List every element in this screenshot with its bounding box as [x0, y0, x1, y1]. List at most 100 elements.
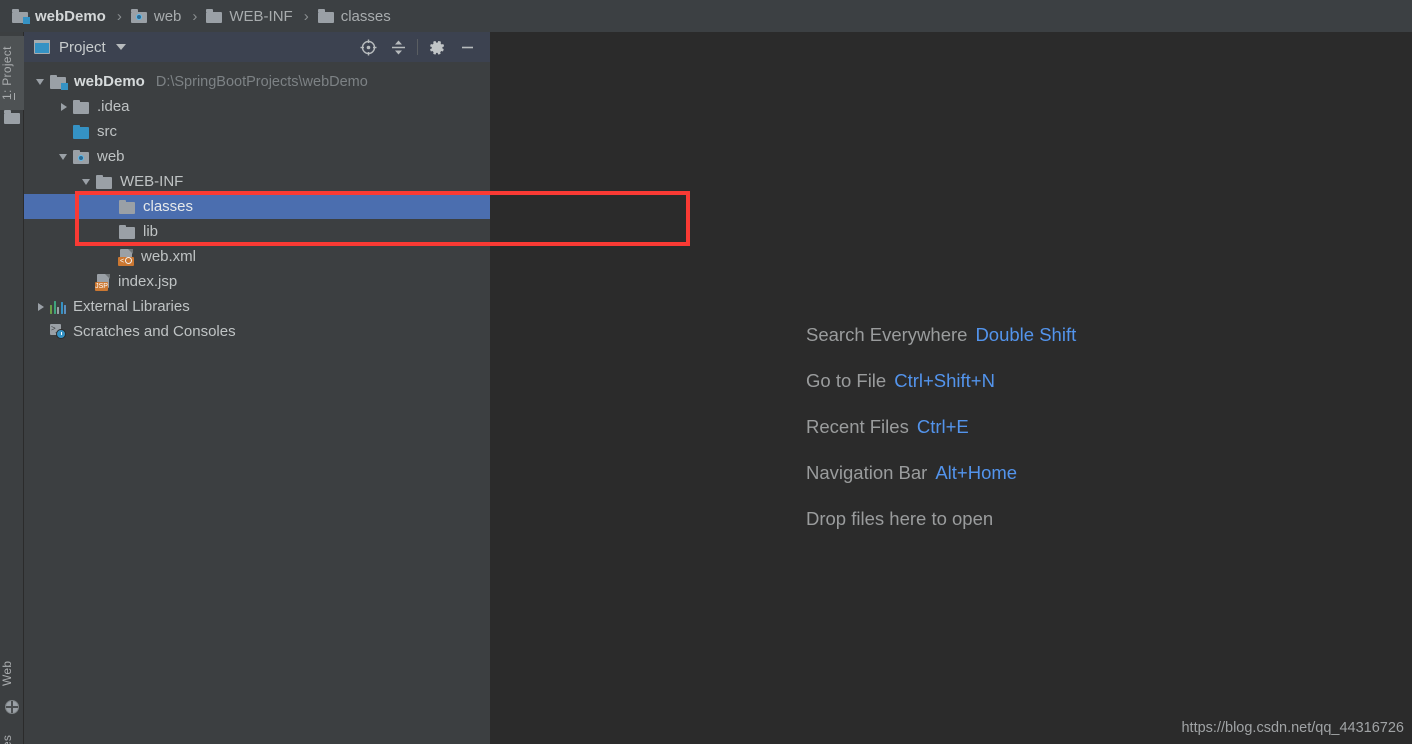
globe-icon[interactable]: [5, 700, 19, 714]
tree-node-label: web.xml: [141, 248, 197, 265]
left-tool-strip: 1: Project Web orites: [0, 32, 24, 744]
breadcrumb-label: classes: [340, 7, 391, 25]
project-view-selector[interactable]: Project: [33, 38, 126, 56]
hint-shortcut: Alt+Home: [935, 462, 1018, 483]
hint-go-to-file: Go to File Ctrl+Shift+N: [806, 370, 1076, 392]
tree-node-classes[interactable]: classes: [24, 194, 490, 219]
xml-file-badge: <: [118, 256, 134, 266]
tool-button-web[interactable]: Web: [0, 650, 24, 696]
chevron-down-icon[interactable]: [80, 175, 94, 189]
scratches-icon: >_: [50, 324, 66, 339]
xml-file-icon: <: [118, 248, 134, 266]
breadcrumb-item-webdemo[interactable]: webDemo: [10, 0, 108, 32]
hint-label: Drop files here to open: [806, 508, 994, 529]
action-divider: [417, 39, 418, 55]
settings-button[interactable]: [422, 32, 452, 62]
editor-hints: Search Everywhere Double Shift Go to File…: [806, 324, 1076, 530]
hint-navigation-bar: Navigation Bar Alt+Home: [806, 462, 1076, 484]
folder-icon: [317, 9, 335, 23]
chevron-down-icon: [115, 44, 126, 50]
project-tool-window: Project webDemo D:\SpringBootProjects\we…: [24, 32, 490, 744]
project-view-icon: [33, 39, 50, 54]
jsp-file-badge: JSP: [95, 281, 108, 291]
chevron-right-icon[interactable]: [57, 100, 71, 114]
hint-label: Search Everywhere: [806, 324, 968, 345]
tree-node-scratches-and-consoles[interactable]: >_ Scratches and Consoles: [24, 319, 490, 344]
collapse-all-icon: [391, 40, 405, 54]
tree-node-web[interactable]: web: [24, 144, 490, 169]
hint-drop-files: Drop files here to open: [806, 508, 1076, 530]
tree-node-web-xml[interactable]: < web.xml: [24, 244, 490, 269]
tree-node-idea[interactable]: .idea: [24, 94, 490, 119]
folder-icon: [119, 199, 136, 214]
breadcrumb: webDemo › web › WEB-INF › classes: [0, 0, 1412, 32]
tool-button-project-label: : Project: [0, 46, 14, 93]
project-tool-window-title: Project: [59, 38, 106, 56]
breadcrumb-separator: ›: [192, 7, 198, 25]
breadcrumb-separator: ›: [116, 7, 122, 25]
hint-label: Go to File: [806, 370, 887, 391]
folder-icon[interactable]: [4, 110, 21, 124]
tree-node-label: index.jsp: [118, 273, 178, 290]
tree-node-src[interactable]: src: [24, 119, 490, 144]
external-libraries-icon: [50, 300, 66, 314]
chevron-down-icon[interactable]: [57, 150, 71, 164]
ide-window: webDemo › web › WEB-INF › classes 1: Pro…: [0, 0, 1412, 744]
tree-node-web-inf[interactable]: WEB-INF: [24, 169, 490, 194]
tree-node-label: web: [97, 148, 125, 165]
breadcrumb-label: webDemo: [35, 7, 106, 25]
tree-node-label: .idea: [97, 98, 130, 115]
web-folder-icon: [130, 9, 148, 23]
tree-node-label: src: [97, 123, 117, 140]
tree-node-path: D:\SpringBootProjects\webDemo: [155, 73, 368, 90]
folder-icon: [119, 224, 136, 239]
minimize-icon: [461, 46, 473, 48]
breadcrumb-label: WEB-INF: [229, 7, 293, 25]
web-folder-icon: [73, 149, 90, 164]
hide-tool-window-button[interactable]: [452, 32, 482, 62]
folder-icon: [73, 99, 90, 114]
tree-node-webdemo[interactable]: webDemo D:\SpringBootProjects\webDemo: [24, 69, 490, 94]
breadcrumb-item-classes[interactable]: classes: [316, 0, 393, 32]
tree-node-external-libraries[interactable]: External Libraries: [24, 294, 490, 319]
watermark-url: https://blog.csdn.net/qq_44316726: [1181, 720, 1404, 736]
tool-button-project-number: 1: [0, 92, 14, 100]
tool-button-favorites[interactable]: orites: [0, 724, 24, 744]
project-folder-icon: [50, 74, 68, 90]
tree-node-label: Scratches and Consoles: [73, 323, 236, 340]
project-tree[interactable]: webDemo D:\SpringBootProjects\webDemo .i…: [24, 62, 490, 744]
breadcrumb-item-web[interactable]: web: [129, 0, 184, 32]
folder-icon: [96, 174, 113, 189]
folder-icon: [206, 9, 223, 23]
project-tool-window-actions: [353, 32, 482, 62]
chevron-down-icon[interactable]: [34, 75, 48, 89]
source-folder-icon: [73, 124, 90, 139]
chevron-right-icon[interactable]: [34, 300, 48, 314]
collapse-all-button[interactable]: [383, 32, 413, 62]
hint-shortcut: Double Shift: [975, 324, 1077, 345]
tree-node-label: classes: [143, 198, 194, 215]
tree-node-lib[interactable]: lib: [24, 219, 490, 244]
breadcrumb-item-web-inf[interactable]: WEB-INF: [204, 0, 294, 32]
jsp-file-icon: JSP: [95, 273, 111, 291]
tree-node-index-jsp[interactable]: JSP index.jsp: [24, 269, 490, 294]
editor-empty-area[interactable]: Search Everywhere Double Shift Go to File…: [490, 32, 1412, 744]
hint-shortcut: Ctrl+Shift+N: [894, 370, 995, 391]
crosshair-icon: [360, 39, 376, 55]
breadcrumb-label: web: [153, 7, 182, 25]
tree-node-label: WEB-INF: [120, 173, 184, 190]
hint-label: Navigation Bar: [806, 462, 928, 483]
project-tool-window-header: Project: [24, 32, 490, 62]
hint-recent-files: Recent Files Ctrl+E: [806, 416, 1076, 438]
breadcrumb-separator: ›: [303, 7, 309, 25]
select-opened-file-button[interactable]: [353, 32, 383, 62]
hint-search-everywhere: Search Everywhere Double Shift: [806, 324, 1076, 346]
tree-node-label: lib: [143, 223, 159, 240]
tree-node-label: External Libraries: [73, 298, 190, 315]
hint-label: Recent Files: [806, 416, 909, 437]
tool-button-project[interactable]: 1: Project: [0, 36, 24, 110]
